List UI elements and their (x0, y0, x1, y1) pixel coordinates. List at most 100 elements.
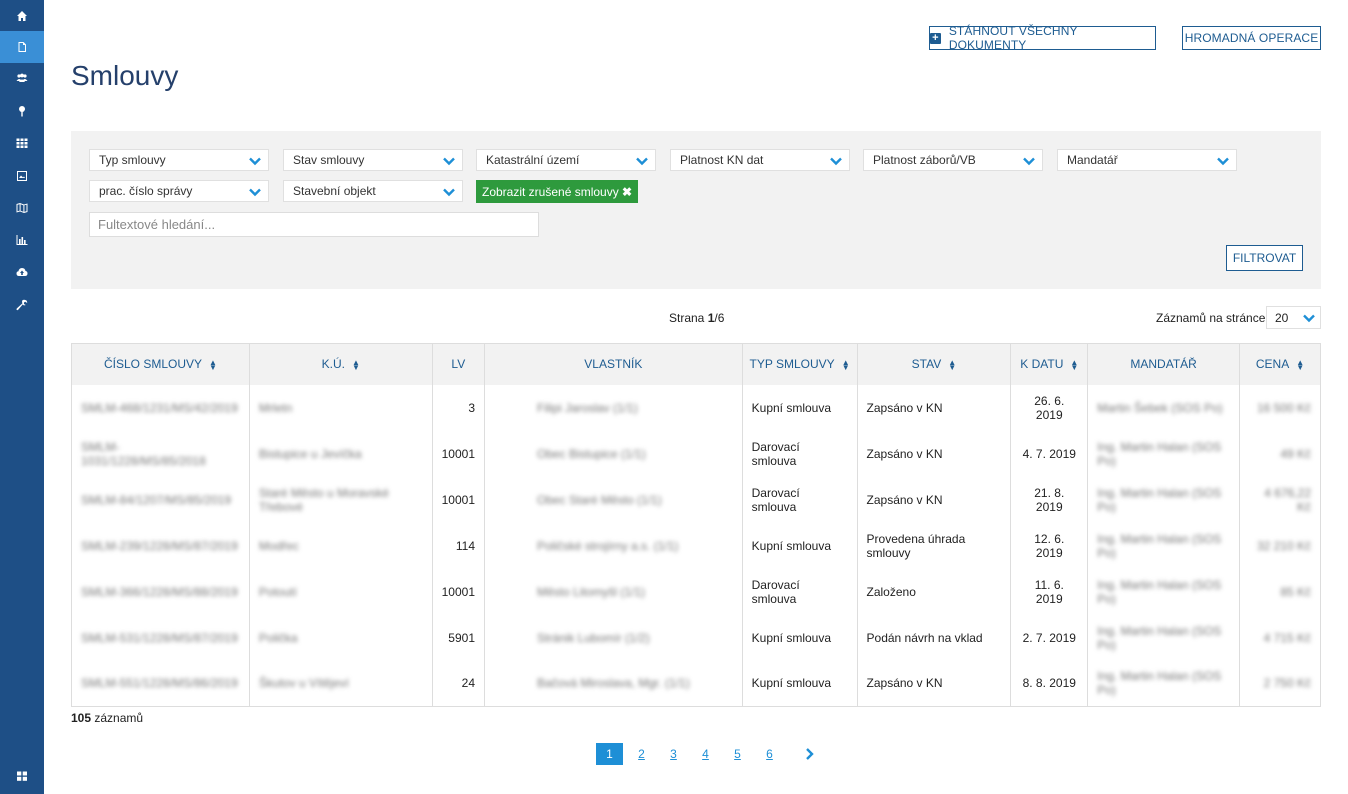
total-pages: /6 (714, 311, 725, 325)
cell-mandatary: Martin Šebek (SOS Po) (1087, 384, 1240, 431)
table-row[interactable]: SMLM-84/1207/MS/85/2019 Staré Město u Mor… (71, 476, 1321, 523)
chevron-down-icon (443, 188, 455, 197)
chevron-down-icon (830, 157, 842, 166)
page-link-5[interactable]: 5 (724, 743, 751, 765)
column-header-contract-number[interactable]: ČÍSLO SMLOUVY ▲ ▼ (71, 343, 250, 385)
cell-mandatary: Ing. Martin Halan (SOS Po) (1087, 476, 1240, 523)
per-page-label: Záznamů na stránce (1156, 311, 1266, 325)
map-icon (16, 203, 28, 213)
sidebar-item-apps[interactable] (0, 760, 44, 792)
cell-state: Zapsáno v KN (856, 430, 1011, 477)
cell-lv: 3 (431, 384, 485, 431)
cell-state: Zapsáno v KN (856, 384, 1011, 431)
table-row[interactable]: SMLM-531/1228/MS/87/2019 Polička 5901 Strán… (71, 614, 1321, 661)
cell-mandatary: Ing. Martin Halan (SOS Po) (1087, 522, 1240, 569)
sort-icon: ▲ ▼ (1070, 358, 1079, 373)
column-header-date[interactable]: K DATU ▲ ▼ (1010, 343, 1088, 385)
page-link-6[interactable]: 6 (756, 743, 783, 765)
column-header-state[interactable]: STAV ▲ ▼ (856, 343, 1011, 385)
chevron-right-icon[interactable] (802, 747, 816, 761)
cell-mandatary: Ing. Martin Halan (SOS Po) (1087, 614, 1240, 661)
cell-price: 4 715 Kč (1239, 614, 1321, 661)
pin-icon (19, 106, 25, 117)
cell-cadastral-area: Staré Město u Moravské Třebové (248, 476, 433, 523)
chevron-down-icon (249, 188, 261, 197)
filter-occupation-validity[interactable]: Platnost záborů/VB (863, 149, 1043, 171)
cell-date: 21. 8. 2019 (1010, 476, 1088, 523)
sidebar-item-image[interactable] (0, 160, 44, 192)
sidebar-item-tools[interactable] (0, 289, 44, 321)
filter-contract-state[interactable]: Stav smlouvy (283, 149, 463, 171)
apps-icon (17, 771, 27, 781)
filter-building-object[interactable]: Stavební objekt (283, 180, 463, 202)
table-body: SMLM-468/1231/MS/42/2019 Mrletn 3 Filipi Ja… (71, 384, 1321, 707)
fulltext-search-input[interactable]: Fultextové hledání... (89, 212, 539, 237)
cell-owner: Bačová Miroslava, Mgr. (1/1) (484, 660, 743, 707)
column-header-contract-type[interactable]: TYP SMLOUVY ▲ ▼ (741, 343, 858, 385)
sidebar-item-upload[interactable] (0, 256, 44, 288)
sidebar-item-home[interactable] (0, 0, 44, 32)
filter-work-number[interactable]: prac. číslo správy (89, 180, 269, 202)
page-link-1[interactable]: 1 (596, 743, 623, 765)
cell-cadastral-area: Bistupice u Jevíčka (248, 430, 433, 477)
filter-kn-validity[interactable]: Platnost KN dat (670, 149, 850, 171)
cell-owner: Obec Staré Město (1/1) (484, 476, 743, 523)
cell-contract-type: Darovací smlouva (741, 430, 858, 477)
cell-owner: Filipi Jaroslav (1/1) (484, 384, 743, 431)
sidebar-item-stats[interactable] (0, 224, 44, 256)
page-label: Strana (669, 311, 705, 325)
filter-cadastral-area[interactable]: Katastrální území (476, 149, 656, 171)
sidebar-item-users[interactable] (0, 62, 44, 94)
cell-lv: 24 (431, 660, 485, 707)
filter-label: Platnost KN dat (680, 153, 764, 167)
column-header-owner[interactable]: VLASTNÍK (484, 343, 743, 385)
main-content: + STÁHNOUT VŠECHNY DOKUMENTY HROMADNÁ OP… (44, 0, 1348, 794)
table-row[interactable]: SMLM-468/1231/MS/42/2019 Mrletn 3 Filipi Ja… (71, 384, 1321, 431)
close-icon[interactable]: ✖ (622, 185, 632, 199)
column-header-ku[interactable]: K.Ú. ▲ ▼ (248, 343, 433, 385)
sidebar-item-map[interactable] (0, 192, 44, 224)
per-page-select[interactable]: 20 (1266, 306, 1321, 329)
filter-contract-type[interactable]: Typ smlouvy (89, 149, 269, 171)
column-header-price[interactable]: CENA ▲ ▼ (1239, 343, 1321, 385)
document-icon (18, 42, 26, 52)
filter-mandatary[interactable]: Mandatář (1057, 149, 1237, 171)
cell-date: 12. 6. 2019 (1010, 522, 1088, 569)
records-count: 105 záznamů (71, 711, 143, 725)
cell-state: Založeno (856, 568, 1011, 615)
bulk-operation-button[interactable]: HROMADNÁ OPERACE (1182, 26, 1321, 50)
cell-mandatary: Ing. Martin Halan (SOS Po) (1087, 430, 1240, 477)
cell-lv: 10001 (431, 430, 485, 477)
sort-icon: ▲ ▼ (948, 358, 957, 373)
records-number: 105 (71, 711, 92, 725)
sidebar-item-documents[interactable] (0, 31, 44, 63)
cell-contract-number: SMLM-366/1228/MS/88/2019 (71, 568, 250, 615)
cell-price: 85 Kč (1239, 568, 1321, 615)
page-info: Strana 1/6 (669, 311, 724, 325)
show-cancelled-chip[interactable]: Zobrazit zrušené smlouvy ✖ (476, 180, 638, 203)
sort-icon: ▲ ▼ (1296, 358, 1305, 373)
page-link-3[interactable]: 3 (660, 743, 687, 765)
cell-cadastral-area: Polička (248, 614, 433, 661)
page-link-4[interactable]: 4 (692, 743, 719, 765)
header-label: K DATU (1020, 357, 1064, 372)
filter-button[interactable]: FILTROVAT (1226, 245, 1303, 271)
cell-contract-number: SMLM-1031/1228/MS/85/2018 (71, 430, 250, 477)
cell-date: 11. 6. 2019 (1010, 568, 1088, 615)
cell-owner: Poličské strojírny a.s. (1/1) (484, 522, 743, 569)
sidebar-item-location[interactable] (0, 95, 44, 127)
sidebar-item-grid[interactable] (0, 127, 44, 159)
column-header-mandatary[interactable]: MANDATÁŘ (1087, 343, 1240, 385)
table-row[interactable]: SMLM-1031/1228/MS/85/2018 Bistupice u Jev… (71, 430, 1321, 477)
cell-lv: 114 (431, 522, 485, 569)
cell-date: 26. 6. 2019 (1010, 384, 1088, 431)
table-row[interactable]: SMLM-239/1228/MS/87/2019 Modřec 114 Poličsk… (71, 522, 1321, 569)
table-row[interactable]: SMLM-366/1228/MS/88/2019 Potoutí 10001 Měst… (71, 568, 1321, 615)
header-label: TYP SMLOUVY (749, 357, 835, 372)
download-all-button[interactable]: + STÁHNOUT VŠECHNY DOKUMENTY (929, 24, 1156, 52)
table-row[interactable]: SMLM-551/1228/MS/86/2019 Škutov u Vítějev… (71, 660, 1321, 707)
cell-lv: 10001 (431, 476, 485, 523)
page-link-2[interactable]: 2 (628, 743, 655, 765)
column-header-lv[interactable]: LV (431, 343, 485, 385)
cell-contract-type: Kupní smlouva (741, 614, 858, 661)
